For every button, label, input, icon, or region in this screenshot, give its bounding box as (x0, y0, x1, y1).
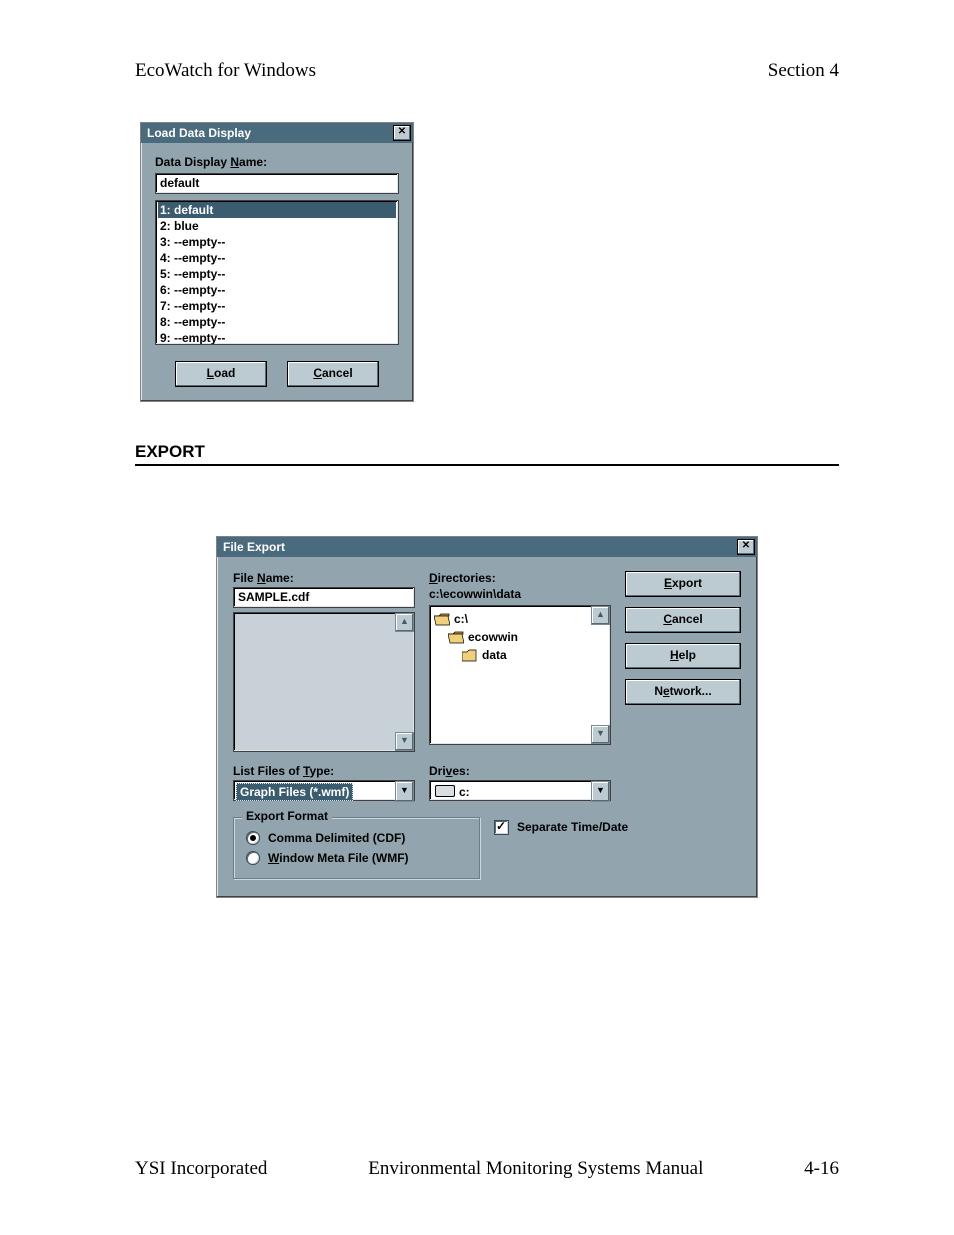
close-icon[interactable]: ✕ (737, 539, 755, 555)
chevron-down-icon[interactable]: ▼ (395, 781, 414, 802)
dialog-title: Load Data Display (147, 126, 251, 140)
scroll-up-icon[interactable]: ▲ (591, 606, 610, 625)
file-type-value: Graph Files (*.wmf) (236, 783, 353, 801)
scroll-down-icon[interactable]: ▼ (395, 732, 414, 751)
dir-tree-item[interactable]: ecowwin (434, 628, 608, 646)
group-legend: Export Format (242, 809, 332, 823)
checkbox-label: Separate Time/Date (517, 820, 628, 834)
data-display-name-label: Data Display Name: (155, 155, 399, 169)
footer-center: Environmental Monitoring Systems Manual (368, 1158, 703, 1180)
chevron-down-icon[interactable]: ▼ (591, 781, 610, 802)
checkbox-icon (494, 820, 509, 835)
cancel-button[interactable]: Cancel (625, 607, 741, 633)
load-data-display-dialog: Load Data Display ✕ Data Display Name: d… (140, 122, 414, 402)
data-display-name-field[interactable]: default (160, 176, 199, 190)
file-export-dialog: File Export ✕ File Name: SAMPLE.cdf ▲ ▼ (216, 536, 758, 898)
section-rule (135, 464, 839, 466)
help-button[interactable]: Help (625, 643, 741, 669)
drive-icon (435, 785, 455, 797)
list-item[interactable]: 3: --empty-- (158, 234, 396, 250)
radio-label: Comma Delimited (CDF) (268, 831, 405, 845)
separate-time-date-checkbox[interactable]: Separate Time/Date (494, 817, 741, 837)
directory-tree[interactable]: ▲ ▼ c:\ ecow (429, 605, 611, 745)
folder-open-icon (434, 613, 450, 626)
drives-label: Drives: (429, 764, 611, 778)
radio-label: Window Meta File (WMF) (268, 851, 409, 865)
close-icon[interactable]: ✕ (393, 125, 411, 141)
load-button[interactable]: Load (175, 361, 267, 387)
titlebar: File Export ✕ (217, 537, 757, 557)
current-directory: c:\ecowwin\data (429, 587, 611, 601)
list-item[interactable]: 7: --empty-- (158, 298, 396, 314)
dir-tree-label: ecowwin (468, 630, 518, 644)
list-item[interactable]: 9: --empty-- (158, 330, 396, 345)
dir-tree-item[interactable]: c:\ (434, 610, 608, 628)
running-head-right: Section 4 (768, 60, 839, 82)
list-item[interactable]: 4: --empty-- (158, 250, 396, 266)
list-item[interactable]: 8: --empty-- (158, 314, 396, 330)
dir-tree-label: data (482, 648, 507, 662)
list-item[interactable]: 2: blue (158, 218, 396, 234)
drives-value: c: (432, 783, 473, 800)
display-list[interactable]: 1: default 2: blue 3: --empty-- 4: --emp… (155, 200, 399, 345)
scroll-down-icon[interactable]: ▼ (591, 725, 610, 744)
titlebar: Load Data Display ✕ (141, 123, 413, 143)
list-files-type-label: List Files of Type: (233, 764, 415, 778)
cancel-button[interactable]: Cancel (287, 361, 379, 387)
folder-open-icon (448, 631, 464, 644)
drives-combo[interactable]: c: ▼ (429, 780, 611, 801)
list-item[interactable]: 6: --empty-- (158, 282, 396, 298)
section-heading: EXPORT (135, 442, 839, 462)
radio-icon (246, 851, 260, 865)
directories-label: Directories: (429, 571, 611, 585)
footer-left: YSI Incorporated (135, 1158, 267, 1180)
dir-tree-item[interactable]: data (434, 646, 608, 664)
radio-icon (246, 831, 260, 845)
radio-cdf[interactable]: Comma Delimited (CDF) (246, 828, 467, 848)
footer-right: 4-16 (804, 1158, 839, 1180)
file-name-label: File Name: (233, 571, 415, 585)
list-item[interactable]: 1: default (158, 202, 396, 218)
export-format-group: Export Format Comma Delimited (CDF) Wind… (233, 817, 480, 879)
scroll-up-icon[interactable]: ▲ (395, 613, 414, 632)
export-button[interactable]: Export (625, 571, 741, 597)
file-list[interactable]: ▲ ▼ (233, 612, 415, 752)
folder-closed-icon (462, 649, 478, 662)
list-item[interactable]: 5: --empty-- (158, 266, 396, 282)
dialog-title: File Export (223, 540, 285, 554)
network-button[interactable]: Network... (625, 679, 741, 705)
file-name-field[interactable]: SAMPLE.cdf (238, 590, 309, 604)
file-type-combo[interactable]: Graph Files (*.wmf) ▼ (233, 780, 415, 801)
running-head-left: EcoWatch for Windows (135, 60, 316, 82)
radio-wmf[interactable]: Window Meta File (WMF) (246, 848, 467, 868)
dir-tree-label: c:\ (454, 612, 468, 626)
